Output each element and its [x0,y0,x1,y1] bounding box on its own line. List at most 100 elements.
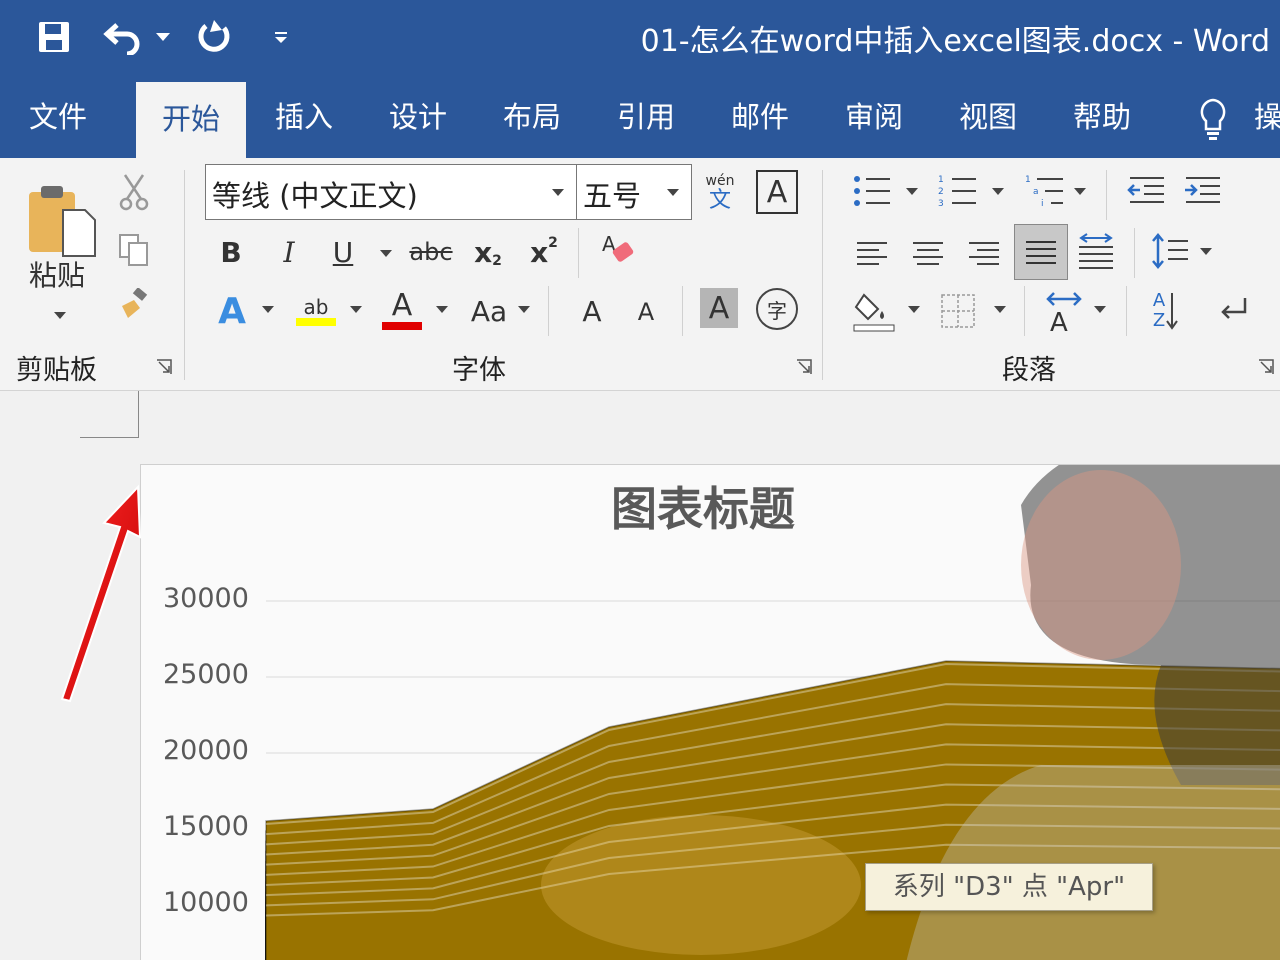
clipboard-launcher-icon[interactable] [155,358,173,376]
svg-text:i: i [1041,199,1044,209]
numbering-dropdown-icon[interactable] [992,188,1004,195]
separator [1106,170,1107,220]
highlight-glyph: ab [303,295,329,319]
document-title: 01-怎么在word中插入excel图表.docx - Word [640,24,1270,59]
svg-text:2: 2 [938,187,944,197]
font-group-label: 字体 [452,355,506,386]
highlight-button[interactable]: ab [292,286,340,336]
customize-toolbar-icon[interactable] [268,14,294,60]
font-name-value: 等线 (中文正文) [212,179,418,213]
multilevel-dropdown-icon[interactable] [1074,188,1086,195]
multilevel-list-icon[interactable]: 1ai [1022,170,1068,212]
underline-dropdown-icon[interactable] [380,250,392,257]
borders-dropdown-icon[interactable] [994,306,1006,313]
bold-button[interactable]: B [214,230,248,274]
shading-icon[interactable] [850,286,898,336]
sort-icon[interactable]: A Z [1144,286,1188,336]
font-size-combo[interactable]: 五号 [576,164,692,220]
align-center-icon[interactable] [908,230,948,276]
line-spacing-dropdown-icon[interactable] [1200,248,1212,255]
superscript-mark: 2 [548,235,558,251]
character-border-button[interactable]: A [756,170,798,214]
clear-formatting-icon[interactable]: A [596,228,640,274]
decrease-indent-icon[interactable] [1124,170,1168,212]
character-shading-button[interactable]: A [700,288,738,328]
phonetic-guide-button[interactable]: wén 文 [700,166,740,220]
tab-view[interactable]: 视图 [942,80,1034,158]
chinese-layout-icon[interactable]: A [1040,286,1088,336]
paste-label[interactable]: 粘贴 [22,254,92,294]
ribbon-tabs: 文件 开始 插入 设计 布局 引用 邮件 审阅 视图 帮助 操 [0,80,1280,158]
sort-z: Z [1152,310,1166,331]
superscript-button[interactable]: x2 [526,230,562,274]
text-effects-button[interactable]: A [214,288,250,334]
align-right-icon[interactable] [964,230,1004,276]
highlight-dropdown-icon[interactable] [350,306,362,313]
font-launcher-icon[interactable] [795,358,813,376]
font-color-dropdown-icon[interactable] [436,306,448,313]
subscript-button[interactable]: x2 [470,230,506,274]
background-photo-face [1021,470,1181,660]
numbering-icon[interactable]: 1 2 3 [936,170,980,212]
bullets-dropdown-icon[interactable] [906,188,918,195]
save-icon[interactable] [32,14,76,60]
underline-button[interactable]: U [326,230,360,274]
tab-references[interactable]: 引用 [600,80,692,158]
y-tick-label: 20000 [163,735,249,766]
borders-icon[interactable] [936,286,980,336]
title-bar: 01-怎么在word中插入excel图表.docx - Word [0,0,1280,80]
align-left-icon[interactable] [852,230,892,276]
font-color-bar [382,322,422,330]
chevron-down-icon[interactable] [667,189,679,196]
ribbon-home: 粘贴 剪贴板 等线 (中文正文) 五号 wén 文 A B I U abc x2… [0,158,1280,391]
cut-icon[interactable] [114,172,154,212]
strikethrough-button[interactable]: abc [408,230,454,274]
font-color-button[interactable]: A [380,284,424,336]
red-arrow-icon [60,484,142,703]
justify-icon[interactable] [1014,224,1068,280]
line-spacing-icon[interactable] [1148,228,1192,274]
tab-help[interactable]: 帮助 [1056,80,1148,158]
enclose-characters-button[interactable]: 字 [756,288,798,330]
shading-dropdown-icon[interactable] [908,306,920,313]
tab-home[interactable]: 开始 [136,82,246,158]
tab-mailings[interactable]: 邮件 [714,80,806,158]
svg-text:1: 1 [1025,175,1031,185]
shrink-font-button[interactable]: A [628,290,664,334]
undo-icon[interactable] [100,14,146,60]
tab-tell-me[interactable]: 操 [1254,80,1280,158]
increase-indent-icon[interactable] [1180,170,1224,212]
chart-tooltip: 系列 "D3" 点 "Apr" [865,863,1153,911]
separator [548,286,549,336]
subscript-x: x [474,235,493,269]
change-case-dropdown-icon[interactable] [518,306,530,313]
chevron-down-icon[interactable] [552,189,564,196]
show-marks-icon[interactable] [1212,286,1256,336]
change-case-button[interactable]: Aa [466,288,512,334]
text-effects-dropdown-icon[interactable] [262,306,274,313]
separator [682,286,683,336]
lightbulb-icon[interactable] [1190,80,1236,158]
bullets-icon[interactable] [850,170,894,212]
tab-review[interactable]: 审阅 [828,80,920,158]
separator [1024,286,1025,336]
italic-button[interactable]: I [272,230,306,274]
tab-design[interactable]: 设计 [372,80,464,158]
chinese-layout-dropdown-icon[interactable] [1094,306,1106,313]
tab-insert[interactable]: 插入 [258,80,350,158]
subscript-mark: 2 [492,253,502,269]
format-painter-icon[interactable] [114,286,154,326]
grow-font-button[interactable]: A [574,288,610,334]
distributed-icon[interactable] [1074,228,1118,274]
paste-dropdown-icon[interactable] [54,312,66,319]
undo-dropdown-icon[interactable] [150,14,176,60]
redo-icon[interactable] [190,14,236,60]
tab-file[interactable]: 文件 [10,80,106,158]
font-name-combo[interactable]: 等线 (中文正文) [205,164,577,220]
y-tick-label: 15000 [163,811,249,842]
copy-icon[interactable] [114,230,154,270]
svg-text:3: 3 [938,199,944,209]
tab-layout[interactable]: 布局 [486,80,578,158]
background-photo-glow [541,815,861,955]
paragraph-launcher-icon[interactable] [1257,358,1275,376]
